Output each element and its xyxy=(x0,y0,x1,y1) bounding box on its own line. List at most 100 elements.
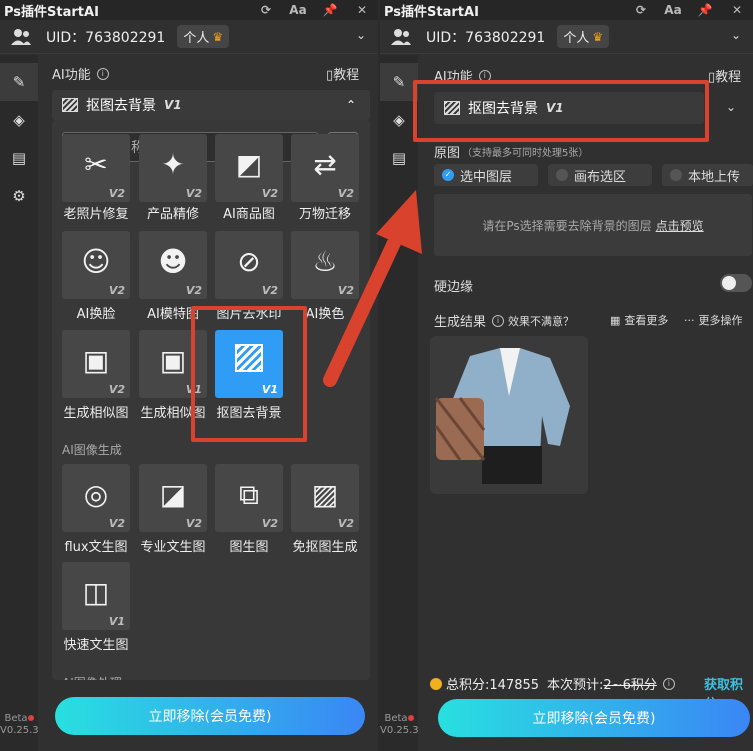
tutorial-link[interactable]: ▯教程 xyxy=(326,64,359,83)
account-badge[interactable]: 个人 ♛ xyxy=(557,25,610,48)
account-badge-label: 个人 xyxy=(183,31,210,46)
radio-icon xyxy=(670,169,682,181)
document-icon[interactable]: ▤ xyxy=(0,139,38,177)
chevron-up-icon[interactable]: ⌃ xyxy=(346,98,356,112)
tool-version: V2 xyxy=(108,284,125,297)
more-icon: ··· xyxy=(684,313,695,327)
view-more-link[interactable]: ▦ 查看更多 xyxy=(610,312,668,328)
info-icon[interactable]: i xyxy=(662,677,675,690)
hard-edge-toggle[interactable] xyxy=(720,274,752,292)
more-ops-link[interactable]: ··· 更多操作 xyxy=(684,312,743,328)
refresh-icon[interactable]: ⟳ xyxy=(625,3,657,17)
tutorial-link[interactable]: ▯教程 xyxy=(708,66,741,85)
more-ops-label: 更多操作 xyxy=(698,314,743,327)
document-icon[interactable]: ▤ xyxy=(380,139,418,177)
pin-icon[interactable]: 📌 xyxy=(689,3,721,17)
gear-icon[interactable]: ⚙ xyxy=(0,177,38,215)
chevron-down-icon[interactable]: ⌄ xyxy=(356,28,366,42)
tool-version: V2 xyxy=(185,517,202,530)
edit-icon[interactable]: ✎ xyxy=(0,63,38,101)
preview-link[interactable]: 点击预览 xyxy=(656,217,704,234)
points-bar: 总积分:147855 本次预计: 2~6积分 i xyxy=(430,674,675,693)
tool-tile[interactable]: ⧉ V2 xyxy=(215,464,283,532)
refresh-icon[interactable]: ⟳ xyxy=(250,3,282,17)
tool-tile[interactable]: ▣ V2 xyxy=(62,330,130,398)
product-retouch-icon: ✦ xyxy=(161,148,185,181)
tool-tile[interactable]: ◩ V2 xyxy=(215,134,283,202)
account-badge[interactable]: 个人 ♛ xyxy=(177,25,230,48)
app-title: Ps插件StartAI xyxy=(4,4,99,20)
source-option-selection[interactable]: 画布选区 xyxy=(548,164,652,186)
source-label: 原图 xyxy=(434,146,461,161)
crown-icon: ♛ xyxy=(212,29,224,44)
user-bar: UID：763802291 个人 ♛ xyxy=(380,20,753,54)
source-option-layer[interactable]: ✓ 选中图层 xyxy=(434,164,538,186)
tool-tile[interactable]: ✂ V2 xyxy=(62,134,130,202)
tool-tile[interactable]: ✦ V2 xyxy=(139,134,207,202)
info-icon[interactable]: i xyxy=(492,314,505,327)
font-size-icon[interactable]: Aa xyxy=(282,3,314,17)
account-badge-label: 个人 xyxy=(563,31,590,46)
preview-hint: 请在Ps选择需要去除背景的图层 xyxy=(482,218,652,233)
tool-version: V2 xyxy=(108,383,125,396)
tool-tile[interactable]: ◫ V1 xyxy=(62,562,130,630)
users-icon xyxy=(391,28,411,45)
watermark-remove-icon: ⊘ xyxy=(237,245,261,278)
tool-tile[interactable]: ☺ V2 xyxy=(62,231,130,299)
app-title: Ps插件StartAI xyxy=(384,4,479,20)
chevron-down-icon[interactable]: ⌄ xyxy=(726,100,736,114)
title-bar: Ps插件StartAI ⟳ Aa 📌 ✕ xyxy=(380,0,753,20)
result-feedback[interactable]: 效果不满意？ xyxy=(508,313,574,329)
source-option-upload[interactable]: 本地上传 xyxy=(662,164,753,186)
tool-tile[interactable]: ◎ V2 xyxy=(62,464,130,532)
estimate-label: 本次预计: xyxy=(547,678,604,693)
tool-tile[interactable]: ◪ V2 xyxy=(139,464,207,532)
cutout-icon xyxy=(62,98,78,112)
result-image[interactable] xyxy=(430,336,588,494)
tool-tile[interactable]: ⊘ V2 xyxy=(215,231,283,299)
photo-restore-icon: ✂ xyxy=(84,148,108,181)
tool-tile[interactable]: ☻ V2 xyxy=(139,231,207,299)
tool-version: V2 xyxy=(185,187,202,200)
gallery-icon: ▦ xyxy=(610,313,621,327)
coin-icon xyxy=(430,677,442,690)
tool-selector[interactable]: 抠图去背景 V1 ⌃ xyxy=(52,90,370,120)
hard-edge-label: 硬边缘 xyxy=(434,276,473,295)
check-icon: ✓ xyxy=(442,169,454,181)
selected-tool-version: V1 xyxy=(164,98,182,112)
selected-tool-name: 抠图去背景 xyxy=(86,98,156,114)
remove-button[interactable]: 立即移除(会员免费) xyxy=(438,699,750,737)
info-icon[interactable]: i xyxy=(96,67,109,80)
estimate-value: 2~6积分 xyxy=(603,678,657,693)
tutorial-label: 教程 xyxy=(333,68,360,83)
users-icon xyxy=(11,28,31,45)
pin-icon[interactable]: 📌 xyxy=(314,3,346,17)
tool-version: V2 xyxy=(108,187,125,200)
image-to-image-icon: ⧉ xyxy=(239,478,259,511)
result-header: 生成结果 i 效果不满意？ xyxy=(434,311,574,330)
version-tag: Beta V0.25.3 xyxy=(0,713,39,737)
sidebar: ✎ ◈ ▤ ⚙ Beta V0.25.3 xyxy=(0,55,39,751)
version-tag: Beta V0.25.3 xyxy=(380,713,419,737)
tool-label: flux文生图 xyxy=(64,540,128,555)
tutorial-label: 教程 xyxy=(715,70,742,85)
annotation-arrow xyxy=(323,190,422,387)
preview-area[interactable]: 请在Ps选择需要去除背景的图层 点击预览 xyxy=(434,194,752,256)
tool-label: AI商品图 xyxy=(223,207,275,222)
close-icon[interactable]: ✕ xyxy=(346,3,378,17)
user-bar: UID：763802291 个人 ♛ xyxy=(0,20,378,54)
close-icon[interactable]: ✕ xyxy=(721,3,753,17)
source-header: 原图 （支持最多可同时处理5张） xyxy=(434,142,588,161)
tool-tile[interactable]: ▨ V2 xyxy=(291,464,359,532)
uid-text: UID：763802291 xyxy=(426,29,546,46)
uid-text: UID：763802291 xyxy=(46,29,166,46)
tool-label: 图生图 xyxy=(229,540,269,555)
layers-icon[interactable]: ◈ xyxy=(0,101,38,139)
text-to-image-icon: ◪ xyxy=(159,478,187,511)
source-option-label: 画布选区 xyxy=(574,169,627,185)
chevron-down-icon[interactable]: ⌄ xyxy=(731,28,741,42)
font-size-icon[interactable]: Aa xyxy=(657,3,689,17)
remove-button[interactable]: 立即移除(会员免费) xyxy=(55,697,365,735)
source-option-label: 本地上传 xyxy=(688,169,741,185)
product-image-icon: ◩ xyxy=(235,148,263,181)
